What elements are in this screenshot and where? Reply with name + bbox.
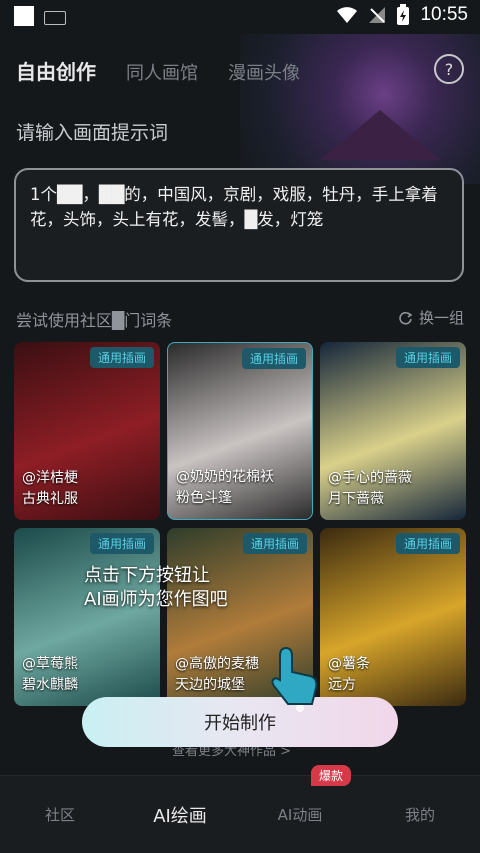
card-tag: 通用插画 <box>395 347 460 368</box>
card-title: 古典礼服 <box>22 491 78 507</box>
clock: 10:55 <box>420 4 468 25</box>
suggestion-card[interactable]: 通用插画 @手心的蔷薇 月下蔷薇 <box>320 342 466 520</box>
prompt-label: 请输入画面提示词 <box>16 122 169 144</box>
nav-ai-painting[interactable]: AI绘画 <box>130 802 230 828</box>
guide-tip-line1: 点击下方按钮让 <box>84 565 210 586</box>
wifi-icon <box>337 7 358 23</box>
card-author: @高傲的麦穗 <box>175 656 259 672</box>
card-tag: 通用插画 <box>242 533 307 554</box>
refresh-label: 换一组 <box>418 309 464 327</box>
card-author: @手心的蔷薇 <box>328 470 412 486</box>
suggestion-card[interactable]: 通用插画 @洋桔梗古典礼服 <box>14 342 160 520</box>
card-author: @草莓熊 <box>22 656 78 672</box>
card-title: 碧水麒麟 <box>22 677 78 693</box>
card-title: 远方 <box>328 677 356 693</box>
battery-icon <box>397 4 410 25</box>
card-tag: 通用插画 <box>89 347 154 368</box>
card-title: 粉色斗篷 <box>176 490 232 506</box>
nav-community[interactable]: 社区 <box>10 804 110 825</box>
refresh-button[interactable]: 换一组 <box>399 307 464 328</box>
card-author: @薯条 <box>328 656 370 672</box>
suggestion-card[interactable]: 通用插画 @奶奶的花棉袄 粉色斗篷 <box>167 342 313 520</box>
tab-free-create[interactable]: 自由创作 <box>16 56 96 85</box>
status-bar: 10:55 <box>0 0 480 34</box>
mode-tabs: 自由创作 同人画馆 漫画头像 <box>16 56 300 85</box>
signal-icon <box>369 7 386 23</box>
card-tag: 通用插画 <box>89 533 154 554</box>
tab-fan-gallery[interactable]: 同人画馆 <box>126 59 198 85</box>
card-title: 天边的城堡 <box>175 677 245 693</box>
nav-ai-animation[interactable]: AI动画 <box>250 804 350 825</box>
suggestion-card[interactable]: 通用插画 @草莓熊碧水麒麟 <box>14 528 160 706</box>
suggestions-label: 尝试使用社区█门词条 <box>16 311 173 330</box>
start-create-button[interactable]: 开始制作 <box>82 697 398 747</box>
tab-comic-avatar[interactable]: 漫画头像 <box>228 59 300 85</box>
guide-tip: 点击下方按钮让 AI画师为您作图吧 <box>84 564 228 612</box>
pointing-hand-icon <box>271 646 318 712</box>
card-tag: 通用插画 <box>241 348 306 369</box>
card-author: @洋桔梗 <box>22 470 78 486</box>
notification-icon <box>14 6 34 26</box>
card-author: @奶奶的花棉袄 <box>176 469 274 485</box>
prompt-input[interactable]: 1个██，██的，中国风，京剧，戏服，牡丹，手上拿着花，头饰，头上有花，发髻，█… <box>14 168 464 282</box>
refresh-icon <box>399 311 413 325</box>
card-title: 月下蔷薇 <box>328 491 384 507</box>
keyboard-icon <box>44 11 66 25</box>
guide-tip-line2: AI画师为您作图吧 <box>84 589 228 610</box>
bottom-nav: 社区 AI绘画 AI动画 我的 <box>0 775 480 853</box>
suggestion-card[interactable]: 通用插画 @薯条远方 <box>320 528 466 706</box>
help-icon[interactable]: ? <box>434 54 464 84</box>
hot-badge: 爆款 <box>311 765 352 786</box>
nav-mine[interactable]: 我的 <box>370 804 470 825</box>
card-tag: 通用插画 <box>395 533 460 554</box>
header-artwork-mountain <box>320 110 440 160</box>
